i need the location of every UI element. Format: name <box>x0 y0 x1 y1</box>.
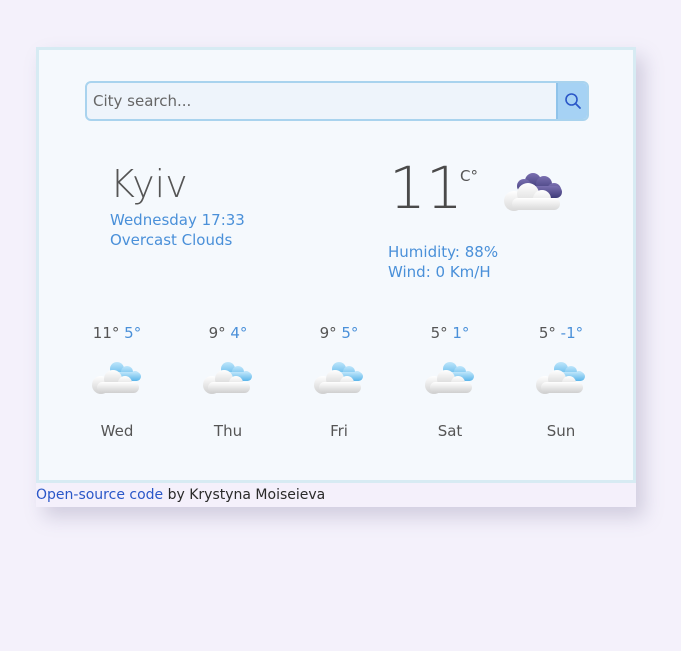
footer: Open-source code by Krystyna Moiseieva <box>36 483 636 507</box>
forecast-low: 5° <box>341 324 359 342</box>
cloud-icon <box>203 362 252 394</box>
forecast-day: 5° -1° Sun <box>505 322 617 440</box>
forecast-row: 11° 5° Wed 9° 4° Thu 9° 5° Fri 5° 1° Sat… <box>61 322 617 452</box>
weather-card: Kyiv Wednesday 17:33 Overcast Clouds 11 … <box>36 47 636 483</box>
city-search-input[interactable] <box>87 83 557 119</box>
search-button[interactable] <box>556 83 587 119</box>
forecast-high: 11° <box>92 324 120 342</box>
cloud-icon <box>536 362 585 394</box>
forecast-high: 9° <box>208 324 226 342</box>
temperature-unit[interactable]: C° <box>460 167 478 185</box>
forecast-low: -1° <box>560 324 584 342</box>
humidity-text: Humidity: 88% <box>388 243 499 261</box>
forecast-low: 4° <box>230 324 248 342</box>
forecast-day: 5° 1° Sat <box>394 322 506 440</box>
cloud-icon <box>92 362 141 394</box>
current-temperature: 11 <box>389 154 463 222</box>
weather-description: Overcast Clouds <box>110 231 233 249</box>
forecast-temps: 5° 1° <box>394 322 506 344</box>
source-code-link[interactable]: Open-source code <box>36 487 163 503</box>
cloud-icon <box>314 362 363 394</box>
forecast-day-name: Wed <box>100 422 134 440</box>
forecast-day-name: Sat <box>437 422 463 440</box>
forecast-high: 5° <box>538 324 556 342</box>
forecast-day-name: Fri <box>330 422 348 440</box>
forecast-day-name: Sun <box>546 422 576 440</box>
forecast-temps: 11° 5° <box>61 322 173 344</box>
forecast-temps: 9° 4° <box>172 322 284 344</box>
cloud-icon <box>425 362 474 394</box>
weather-app: Kyiv Wednesday 17:33 Overcast Clouds 11 … <box>36 47 636 507</box>
author-credit: by Krystyna Moiseieva <box>163 487 326 503</box>
current-datetime: Wednesday 17:33 <box>110 211 245 229</box>
forecast-day: 11° 5° Wed <box>61 322 173 440</box>
forecast-day: 9° 4° Thu <box>172 322 284 440</box>
forecast-high: 5° <box>430 324 448 342</box>
wind-text: Wind: 0 Km/H <box>388 263 491 281</box>
forecast-day-name: Thu <box>213 422 243 440</box>
forecast-low: 5° <box>124 324 142 342</box>
forecast-day: 9° 5° Fri <box>283 322 395 440</box>
city-name: Kyiv <box>110 162 188 206</box>
forecast-temps: 5° -1° <box>505 322 617 344</box>
forecast-temps: 9° 5° <box>283 322 395 344</box>
forecast-high: 9° <box>319 324 337 342</box>
search-bar <box>85 81 589 121</box>
search-icon <box>564 93 581 109</box>
forecast-low: 1° <box>452 324 470 342</box>
overcast-clouds-icon <box>504 173 562 211</box>
